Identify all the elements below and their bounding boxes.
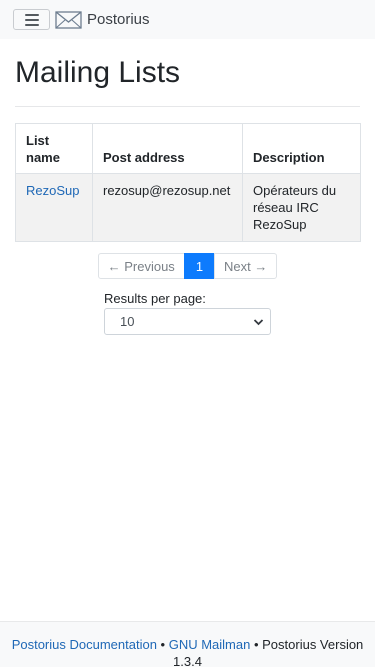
results-per-page-label: Results per page: xyxy=(104,291,206,306)
post-address-cell: rezosup@rezosup.net xyxy=(92,173,243,242)
gnu-mailman-link[interactable]: GNU Mailman xyxy=(169,637,251,652)
description-cell: Opérateurs du réseau IRC RezoSup xyxy=(242,173,361,242)
footer: Postorius Documentation • GNU Mailman • … xyxy=(0,621,375,667)
chevron-down-icon xyxy=(253,318,264,325)
pagination: ← Previous 1 Next → xyxy=(15,253,360,279)
main-content: Mailing Lists List name Post address Des… xyxy=(0,55,375,335)
page-title: Mailing Lists xyxy=(15,56,181,89)
results-per-page-select[interactable]: 10 xyxy=(104,308,271,335)
column-header-list-name: List name xyxy=(15,123,93,174)
menu-toggle-button[interactable] xyxy=(13,9,50,30)
list-name-link[interactable]: RezoSup xyxy=(26,183,79,198)
mailing-lists-table: List name Post address Description RezoS… xyxy=(15,123,361,242)
table-row: RezoSup rezosup@rezosup.net Opérateurs d… xyxy=(15,173,361,242)
hamburger-menu-icon xyxy=(24,13,39,16)
brand-link[interactable]: Postorius xyxy=(55,10,150,30)
footer-separator: • xyxy=(250,637,263,652)
brand-name: Postorius xyxy=(87,11,150,28)
envelope-logo-icon xyxy=(55,10,82,29)
footer-separator: • xyxy=(156,637,169,652)
table-header-row: List name Post address Description xyxy=(15,123,361,174)
results-per-page-value: 10 xyxy=(120,314,135,329)
previous-page-button[interactable]: ← Previous xyxy=(97,253,185,279)
results-per-page: Results per page: 10 xyxy=(104,291,271,335)
next-page-button[interactable]: Next → xyxy=(214,253,278,279)
current-page-button[interactable]: 1 xyxy=(183,253,216,279)
column-header-description: Description xyxy=(242,123,361,174)
top-navbar: Postorius xyxy=(0,0,375,39)
list-name-cell: RezoSup xyxy=(15,173,93,242)
column-header-post-address: Post address xyxy=(92,123,243,174)
postorius-docs-link[interactable]: Postorius Documentation xyxy=(12,637,157,652)
divider xyxy=(15,106,360,107)
